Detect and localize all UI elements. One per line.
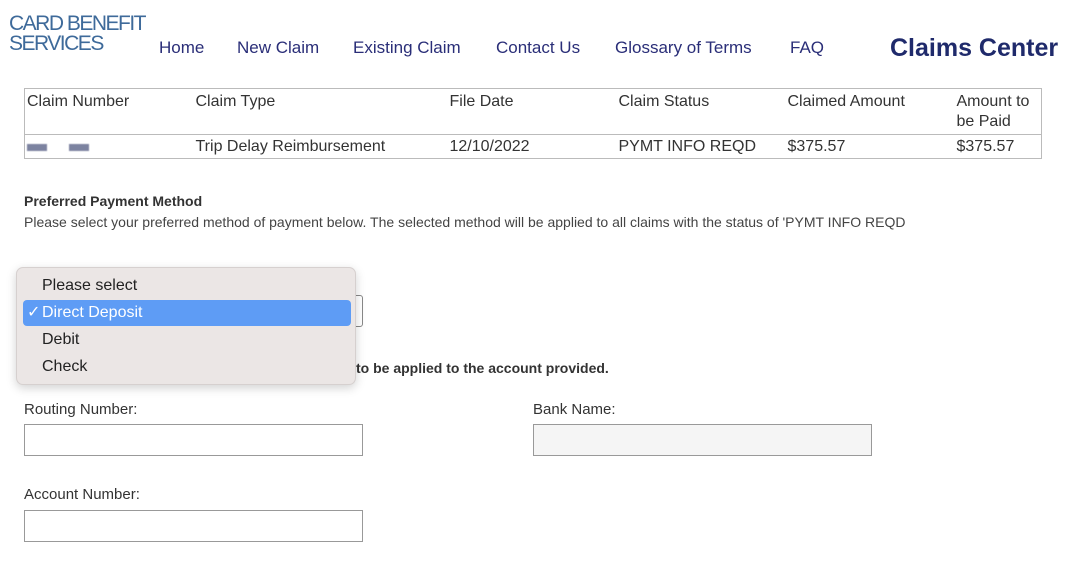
bank-name-input[interactable] — [533, 424, 872, 456]
nav-contact-us[interactable]: Contact Us — [496, 38, 580, 58]
payment-heading: Preferred Payment Method — [24, 193, 203, 209]
payment-method-dropdown[interactable]: Please select ✓ Direct Deposit Debit Chec… — [16, 267, 356, 385]
col-claim-number: Claim Number — [24, 88, 194, 135]
logo[interactable]: CARD BENEFIT SERVICES — [9, 13, 147, 54]
col-claimed-amount: Claimed Amount — [785, 88, 955, 135]
account-number-input[interactable] — [24, 510, 363, 542]
nav-glossary[interactable]: Glossary of Terms — [615, 38, 752, 58]
nav-existing-claim[interactable]: Existing Claim — [353, 38, 461, 58]
option-debit[interactable]: Debit — [23, 327, 351, 353]
bank-name-label: Bank Name: — [533, 401, 616, 418]
nav-home[interactable]: Home — [159, 38, 204, 58]
payment-note: to be applied to the account provided. — [356, 360, 609, 376]
table-row[interactable]: Trip Delay Reimbursement 12/10/2022 PYMT… — [25, 135, 1042, 159]
claims-table: Claim Number Claim Type File Date Claim … — [24, 88, 1042, 159]
page-title: Claims Center — [890, 34, 1059, 62]
col-amount-to-be-paid: Amount to be Paid — [954, 88, 1042, 135]
routing-number-input[interactable] — [24, 424, 363, 456]
claimed-amount: $375.57 — [787, 137, 846, 155]
payment-description: Please select your preferred method of p… — [24, 214, 906, 230]
claim-type: Trip Delay Reimbursement — [195, 137, 386, 155]
nav-faq[interactable]: FAQ — [790, 38, 824, 58]
checkmark-icon: ✓ — [27, 304, 41, 321]
table-header-row: Claim Number Claim Type File Date Claim … — [24, 88, 1042, 135]
routing-number-label: Routing Number: — [24, 401, 138, 418]
option-direct-deposit[interactable]: ✓ Direct Deposit — [23, 300, 351, 326]
option-please-select[interactable]: Please select — [23, 273, 351, 299]
claim-number-redacted — [25, 135, 194, 159]
nav-new-claim[interactable]: New Claim — [237, 38, 319, 58]
amount-to-be-paid: $375.57 — [956, 137, 1015, 155]
option-check[interactable]: Check — [23, 354, 351, 380]
claim-status: PYMT INFO REQD — [618, 137, 757, 155]
col-claim-status: Claim Status — [616, 88, 786, 135]
col-claim-type: Claim Type — [193, 88, 448, 135]
account-number-label: Account Number: — [24, 486, 140, 503]
file-date: 12/10/2022 — [449, 137, 530, 155]
col-file-date: File Date — [447, 88, 617, 135]
